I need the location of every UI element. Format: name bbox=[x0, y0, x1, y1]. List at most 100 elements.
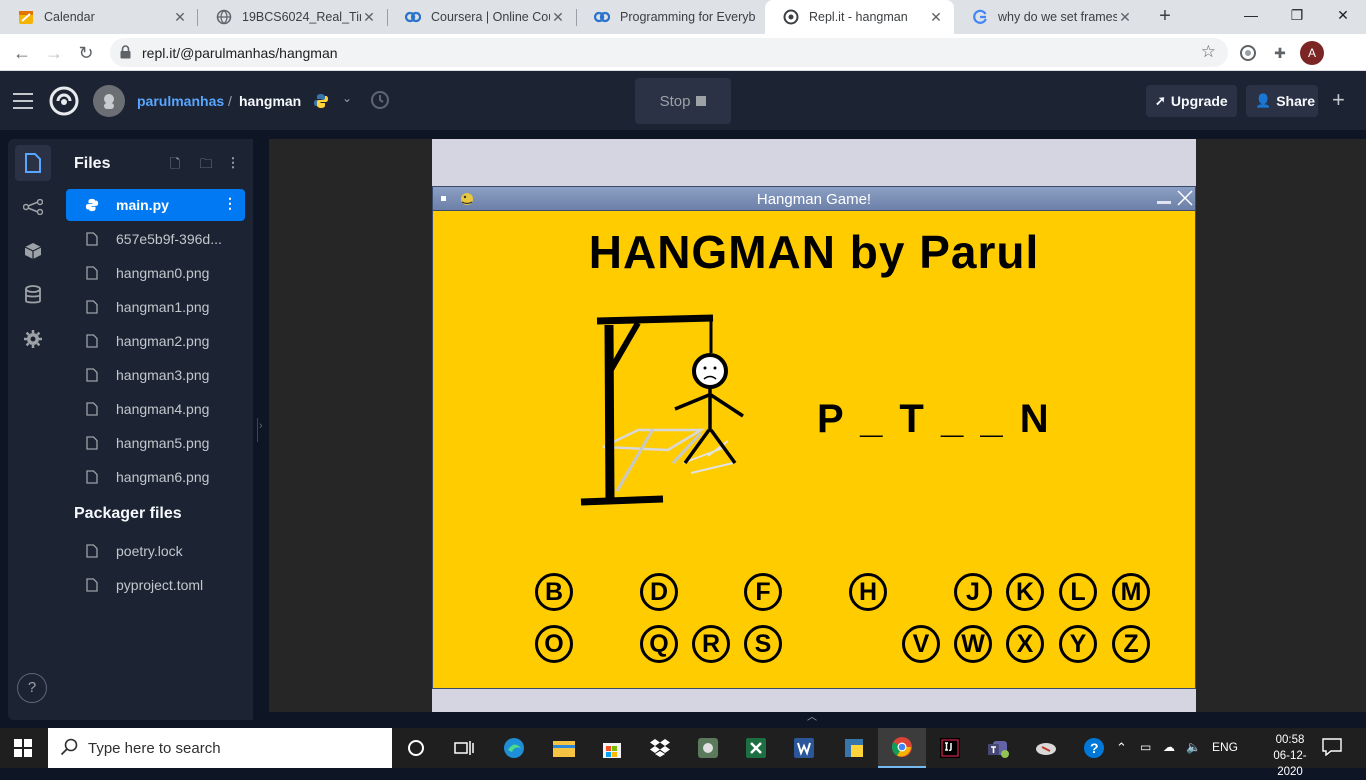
tab-replit-hangman[interactable]: Repl.it - hangman ✕ bbox=[765, 0, 954, 34]
file-item[interactable]: hangman2.png bbox=[66, 325, 245, 357]
close-tab-icon[interactable]: ✕ bbox=[172, 9, 188, 25]
file-item[interactable]: hangman3.png bbox=[66, 359, 245, 391]
windows-start-icon[interactable] bbox=[14, 739, 32, 757]
volume-muted-icon[interactable]: 🔈 bbox=[1186, 740, 1201, 754]
letter-button[interactable]: Q bbox=[640, 625, 678, 663]
hamburger-menu-icon[interactable] bbox=[13, 93, 33, 109]
chrome-icon[interactable] bbox=[878, 728, 926, 768]
file-explorer-icon[interactable] bbox=[540, 728, 588, 768]
breadcrumb-repl-name[interactable]: hangman bbox=[239, 93, 301, 109]
tab-google-search[interactable]: why do we set frames p ✕ bbox=[954, 0, 1143, 34]
letter-button[interactable]: J bbox=[954, 573, 992, 611]
user-avatar[interactable] bbox=[93, 85, 125, 117]
replit-logo-icon[interactable] bbox=[48, 85, 80, 117]
help-button[interactable]: ? bbox=[17, 673, 47, 703]
file-item[interactable]: hangman5.png bbox=[66, 427, 245, 459]
taskbar-clock[interactable]: 00:58 06-12-2020 bbox=[1262, 732, 1318, 780]
file-menu-kebab-icon[interactable]: ⋮ bbox=[223, 195, 237, 212]
letter-button[interactable]: Y bbox=[1059, 625, 1097, 663]
history-icon[interactable] bbox=[368, 88, 392, 112]
files-menu-kebab-icon[interactable]: ⋮ bbox=[224, 155, 242, 173]
letter-button[interactable]: K bbox=[1006, 573, 1044, 611]
settings-gear-icon[interactable] bbox=[15, 321, 51, 357]
help-tips-icon[interactable]: ? bbox=[1070, 728, 1118, 768]
close-tab-icon[interactable]: ✕ bbox=[361, 9, 377, 25]
onedrive-cloud-icon[interactable]: ☁ bbox=[1163, 740, 1175, 754]
letter-button[interactable]: M bbox=[1112, 573, 1150, 611]
reload-icon[interactable]: ↻ bbox=[72, 39, 100, 67]
battery-icon[interactable]: ▭ bbox=[1140, 740, 1151, 754]
letter-button[interactable]: X bbox=[1006, 625, 1044, 663]
letter-button[interactable]: B bbox=[535, 573, 573, 611]
extension-icon[interactable] bbox=[1236, 41, 1260, 65]
app-icon[interactable] bbox=[684, 728, 732, 768]
packager-file-item[interactable]: poetry.lock bbox=[66, 535, 245, 567]
forward-arrow-icon[interactable]: → bbox=[40, 39, 68, 67]
packages-cube-icon[interactable] bbox=[15, 233, 51, 269]
pane-resize-handle[interactable]: › bbox=[257, 418, 263, 442]
database-icon[interactable] bbox=[15, 277, 51, 313]
close-window-button[interactable]: ✕ bbox=[1320, 0, 1366, 30]
python-idle-icon[interactable] bbox=[830, 728, 878, 768]
breadcrumb-username[interactable]: parulmanhas bbox=[137, 93, 224, 109]
close-icon[interactable] bbox=[1177, 190, 1193, 206]
tab-programming-for-everybody[interactable]: Programming for Everyb bbox=[576, 0, 765, 34]
letter-button[interactable]: D bbox=[640, 573, 678, 611]
files-icon[interactable] bbox=[15, 145, 51, 181]
file-item[interactable]: hangman1.png bbox=[66, 291, 245, 323]
file-item[interactable]: 657e5b9f-396d... bbox=[66, 223, 245, 255]
version-control-icon[interactable] bbox=[15, 189, 51, 225]
letter-button[interactable]: V bbox=[902, 625, 940, 663]
file-item[interactable]: hangman4.png bbox=[66, 393, 245, 425]
chevron-up-icon[interactable]: ︿ bbox=[807, 708, 817, 723]
restore-window-button[interactable]: ❐ bbox=[1274, 0, 1320, 30]
back-arrow-icon[interactable]: ← bbox=[8, 39, 36, 67]
letter-button[interactable]: W bbox=[954, 625, 992, 663]
new-folder-icon[interactable]: 🗀 bbox=[197, 155, 215, 173]
intellij-icon[interactable] bbox=[926, 728, 974, 768]
packager-file-item[interactable]: pyproject.toml bbox=[66, 569, 245, 601]
word-icon[interactable] bbox=[780, 728, 828, 768]
tab-calendar[interactable]: Calendar ✕ bbox=[0, 0, 198, 34]
tray-chevron-up-icon[interactable]: ⌃ bbox=[1116, 740, 1127, 756]
dropbox-icon[interactable] bbox=[636, 728, 684, 768]
letter-button[interactable]: L bbox=[1059, 573, 1097, 611]
profile-avatar[interactable]: A bbox=[1300, 41, 1324, 65]
minimize-icon[interactable] bbox=[1157, 201, 1171, 204]
store-icon[interactable] bbox=[588, 728, 636, 768]
bookmark-star-icon[interactable]: ☆ bbox=[1201, 42, 1216, 62]
language-indicator[interactable]: ENG bbox=[1212, 740, 1238, 754]
letter-button[interactable]: F bbox=[744, 573, 782, 611]
notifications-icon[interactable] bbox=[1322, 738, 1342, 756]
minimize-window-button[interactable]: — bbox=[1228, 0, 1274, 30]
new-file-icon[interactable]: 🗋 bbox=[166, 155, 184, 173]
task-view-icon[interactable] bbox=[440, 728, 488, 768]
file-item[interactable]: main.py ⋮ bbox=[66, 189, 245, 221]
share-button[interactable]: 👤 Share bbox=[1246, 85, 1318, 117]
edge-browser-icon[interactable] bbox=[490, 728, 538, 768]
stop-button[interactable]: Stop bbox=[635, 78, 731, 124]
chevron-down-icon[interactable]: ⌄ bbox=[342, 91, 352, 105]
close-tab-icon[interactable]: ✕ bbox=[1117, 9, 1133, 25]
close-tab-icon[interactable]: ✕ bbox=[928, 9, 944, 25]
cortana-icon[interactable] bbox=[392, 728, 440, 768]
teams-icon[interactable] bbox=[974, 728, 1022, 768]
letter-button[interactable]: H bbox=[849, 573, 887, 611]
address-bar[interactable]: repl.it/@parulmanhas/hangman ☆ bbox=[110, 38, 1228, 67]
close-tab-icon[interactable]: ✕ bbox=[550, 9, 566, 25]
letter-button[interactable]: Z bbox=[1112, 625, 1150, 663]
plus-icon[interactable]: + bbox=[1332, 87, 1345, 113]
letter-button[interactable]: R bbox=[692, 625, 730, 663]
new-tab-button[interactable]: + bbox=[1154, 5, 1176, 27]
puzzle-extensions-icon[interactable]: ✚ bbox=[1268, 41, 1292, 65]
upgrade-button[interactable]: ➚ Upgrade bbox=[1146, 85, 1237, 117]
file-item[interactable]: hangman6.png bbox=[66, 461, 245, 493]
letter-button[interactable]: O bbox=[535, 625, 573, 663]
cloud-app-icon[interactable] bbox=[1022, 728, 1070, 768]
tab-coursera-online[interactable]: Coursera | Online Cours ✕ bbox=[387, 0, 576, 34]
tab-19bcs6024[interactable]: 19BCS6024_Real_Time_ ✕ bbox=[198, 0, 387, 34]
file-item[interactable]: hangman0.png bbox=[66, 257, 245, 289]
letter-button[interactable]: S bbox=[744, 625, 782, 663]
excel-icon[interactable] bbox=[732, 728, 780, 768]
taskbar-search-box[interactable]: Type here to search bbox=[48, 728, 392, 768]
